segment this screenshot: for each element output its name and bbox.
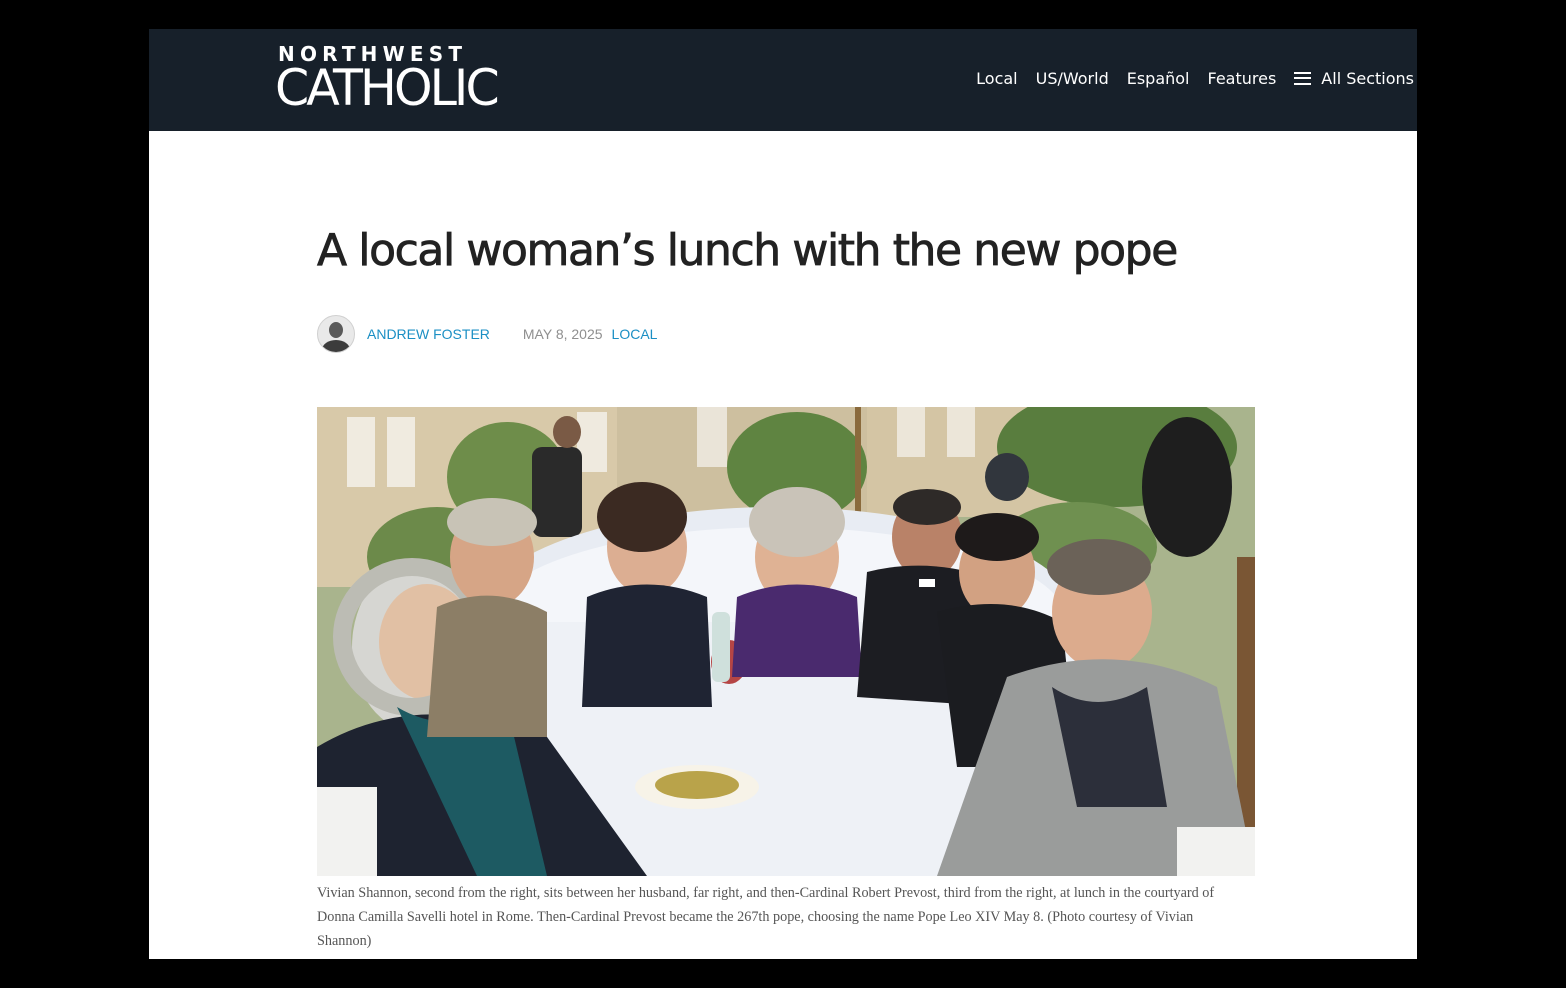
logo-main-text: CATHOLIC	[275, 59, 500, 117]
publish-date: MAY 8, 2025	[522, 326, 603, 342]
byline: ANDREW FOSTER MAY 8, 2025 LOCAL	[317, 315, 657, 353]
all-sections-label: All Sections	[1321, 68, 1414, 88]
site-logo[interactable]: NORTHWEST CATHOLIC	[275, 43, 501, 117]
nav-espanol[interactable]: Español	[1127, 69, 1190, 88]
photo-caption: Vivian Shannon, second from the right, s…	[317, 885, 1215, 949]
nav-us-world[interactable]: US/World	[1036, 69, 1109, 88]
nav-features[interactable]: Features	[1208, 69, 1277, 88]
masthead: NORTHWEST CATHOLIC Local US/World Españo…	[149, 29, 1417, 131]
main-nav: Local US/World Español Features All Sect…	[958, 66, 1414, 90]
article-page: NORTHWEST CATHOLIC Local US/World Españo…	[149, 29, 1417, 959]
author-link[interactable]: ANDREW FOSTER	[367, 326, 490, 342]
author-avatar[interactable]	[317, 315, 355, 353]
all-sections-button[interactable]: All Sections	[1294, 69, 1414, 88]
nav-local[interactable]: Local	[976, 69, 1017, 88]
article-title: A local woman’s lunch with the new pope	[317, 225, 1179, 277]
category-link[interactable]: LOCAL	[612, 326, 658, 342]
article-photo	[317, 407, 1255, 876]
hamburger-menu-icon	[1294, 71, 1312, 85]
